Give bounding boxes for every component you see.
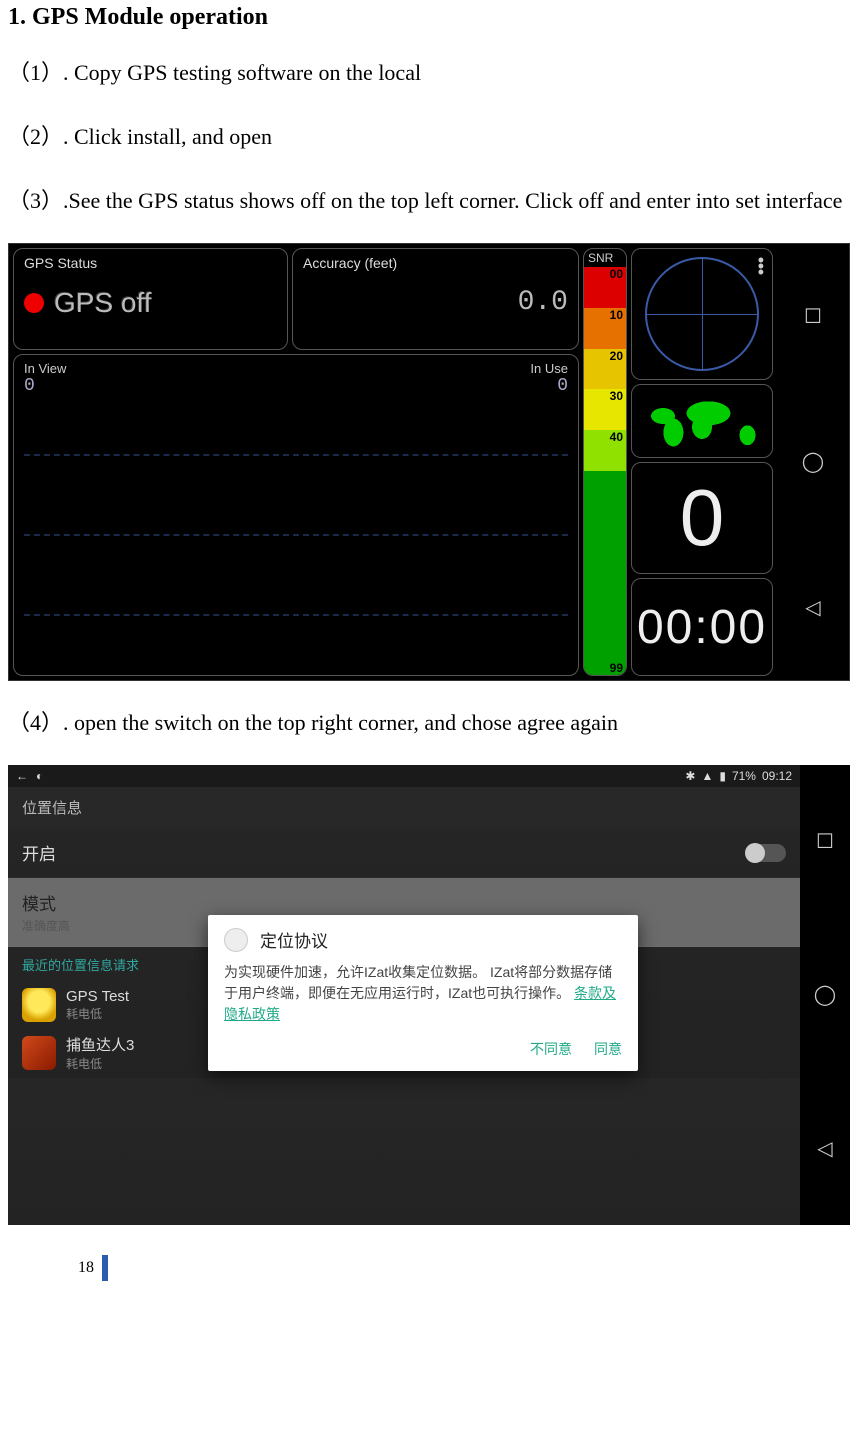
page-footer: 18: [78, 1255, 858, 1281]
dialog-actions: 不同意 同意: [208, 1035, 638, 1071]
row-mode-sub: 准确度高: [22, 917, 70, 934]
in-view-label: In View: [24, 361, 66, 376]
status-bar: ← ◐ ✱ ▲ ▮ 71% 09:12: [8, 765, 800, 787]
location-status-icon: ◐: [36, 769, 43, 783]
compass-icon: [645, 257, 759, 371]
snr-tick-99: 99: [584, 471, 626, 675]
step-3: （3）.See the GPS status shows off on the …: [8, 179, 858, 223]
gps-right-column: ••• 0 00:00: [631, 248, 773, 676]
location-toggle[interactable]: [746, 844, 786, 862]
fishing-app-icon: [22, 1036, 56, 1070]
satellites-header: In View 0 In Use 0: [24, 361, 568, 396]
page-number: 18: [78, 1259, 94, 1277]
speed-value: 0: [680, 472, 725, 564]
compass-tile[interactable]: •••: [631, 248, 773, 380]
step-4: （4）. open the switch on the top right co…: [8, 701, 858, 745]
speed-tile[interactable]: 0: [631, 462, 773, 574]
worldmap-tile[interactable]: [631, 384, 773, 458]
dialog-body: 为实现硬件加速，允许IZat收集定位数据。 IZat将部分数据存储于用户终端，即…: [208, 958, 638, 1035]
home-icon[interactable]: ◯: [814, 982, 836, 1007]
app2-sub: 耗电低: [66, 1055, 134, 1072]
gps-left-column: GPS Status GPS off Accuracy (feet) 0.0 I…: [13, 248, 579, 676]
gpstest-app-icon: [22, 988, 56, 1022]
gps-status-line: GPS off: [24, 287, 277, 319]
android-navbar: ☐ ◯ ◁: [777, 244, 849, 680]
dialog-agree-button[interactable]: 同意: [594, 1039, 622, 1059]
app1-sub: 耗电低: [66, 1005, 129, 1022]
app2-name: 捕鱼达人3: [66, 1034, 134, 1055]
in-view-value: 0: [24, 376, 66, 396]
back-arrow-icon[interactable]: ←: [16, 769, 28, 783]
snr-label: SNR: [584, 249, 626, 267]
recent-apps-icon[interactable]: ☐: [816, 829, 834, 854]
gps-top-row: GPS Status GPS off Accuracy (feet) 0.0: [13, 248, 579, 350]
gps-status-text: GPS off: [54, 287, 152, 319]
bluetooth-icon: ✱: [685, 769, 695, 783]
in-use-label: In Use: [530, 361, 568, 376]
dialog-header: 定位协议: [208, 915, 638, 958]
snr-tick-40: 40: [584, 430, 626, 471]
back-icon[interactable]: ◁: [817, 1136, 832, 1161]
in-use-value: 0: [530, 376, 568, 396]
section-heading: 1. GPS Module operation: [8, 4, 858, 31]
settings-title: 位置信息: [8, 787, 800, 828]
snr-tick-00: 00: [584, 267, 626, 308]
status-left: ← ◐: [16, 769, 43, 783]
step-2-text: （2）. Click install, and open: [8, 124, 272, 149]
gps-status-card[interactable]: GPS Status GPS off: [13, 248, 288, 350]
dialog-icon: [224, 928, 248, 952]
gps-off-indicator-icon: [24, 293, 44, 313]
android-navbar: ☐ ◯ ◁: [800, 765, 850, 1225]
back-icon[interactable]: ◁: [805, 595, 820, 620]
recent-apps-icon[interactable]: ☐: [804, 304, 822, 329]
footer-accent-bar: [102, 1255, 108, 1281]
gridline: [24, 614, 568, 616]
dialog-disagree-button[interactable]: 不同意: [530, 1039, 572, 1059]
screenshot-gps-app: GPS Status GPS off Accuracy (feet) 0.0 I…: [8, 243, 850, 681]
gps-status-label: GPS Status: [24, 255, 277, 271]
app1-name: GPS Test: [66, 988, 129, 1005]
screenshot-location-settings: ← ◐ ✱ ▲ ▮ 71% 09:12 位置信息 开启 模式 准确度高 最近的位…: [8, 765, 850, 1225]
gps-app-content: GPS Status GPS off Accuracy (feet) 0.0 I…: [9, 244, 777, 680]
snr-scale: SNR 00 10 20 30 40 99: [583, 248, 627, 676]
dialog-title: 定位协议: [260, 927, 328, 952]
row-location-enable[interactable]: 开启: [8, 828, 800, 878]
wifi-icon: ▲: [701, 769, 713, 783]
step-1-text: （1）. Copy GPS testing software on the lo…: [8, 60, 421, 85]
gridline: [24, 534, 568, 536]
time-value: 00:00: [637, 600, 767, 655]
step-4-text: （4）. open the switch on the top right co…: [8, 710, 618, 735]
accuracy-card: Accuracy (feet) 0.0: [292, 248, 579, 350]
status-right: ✱ ▲ ▮ 71% 09:12: [685, 769, 792, 783]
satellites-card: In View 0 In Use 0: [13, 354, 579, 676]
dialog-body-text: 为实现硬件加速，允许IZat收集定位数据。 IZat将部分数据存储于用户终端，即…: [224, 964, 612, 1001]
step-1: （1）. Copy GPS testing software on the lo…: [8, 51, 858, 95]
accuracy-label: Accuracy (feet): [303, 255, 568, 271]
accuracy-value: 0.0: [303, 287, 568, 318]
in-view-block: In View 0: [24, 361, 66, 396]
battery-icon: ▮: [719, 769, 726, 783]
home-icon[interactable]: ◯: [802, 449, 824, 474]
location-agreement-dialog: 定位协议 为实现硬件加速，允许IZat收集定位数据。 IZat将部分数据存储于用…: [208, 915, 638, 1071]
step-3-text: （3）.See the GPS status shows off on the …: [8, 188, 842, 213]
step-2: （2）. Click install, and open: [8, 115, 858, 159]
snr-column: SNR 00 10 20 30 40 99: [583, 248, 627, 676]
overflow-menu-icon[interactable]: •••: [758, 257, 764, 275]
battery-percent: 71%: [732, 769, 756, 783]
settings-content: ← ◐ ✱ ▲ ▮ 71% 09:12 位置信息 开启 模式 准确度高 最近的位…: [8, 765, 800, 1225]
time-tile[interactable]: 00:00: [631, 578, 773, 676]
in-use-block: In Use 0: [530, 361, 568, 396]
row-mode-label: 模式: [22, 895, 56, 914]
status-time: 09:12: [762, 769, 792, 783]
satellite-gridlines: [24, 415, 568, 655]
snr-tick-10: 10: [584, 308, 626, 349]
worldmap-icon: [637, 394, 767, 449]
snr-tick-30: 30: [584, 389, 626, 430]
row-enable-label: 开启: [22, 840, 56, 865]
snr-tick-20: 20: [584, 349, 626, 390]
gridline: [24, 454, 568, 456]
